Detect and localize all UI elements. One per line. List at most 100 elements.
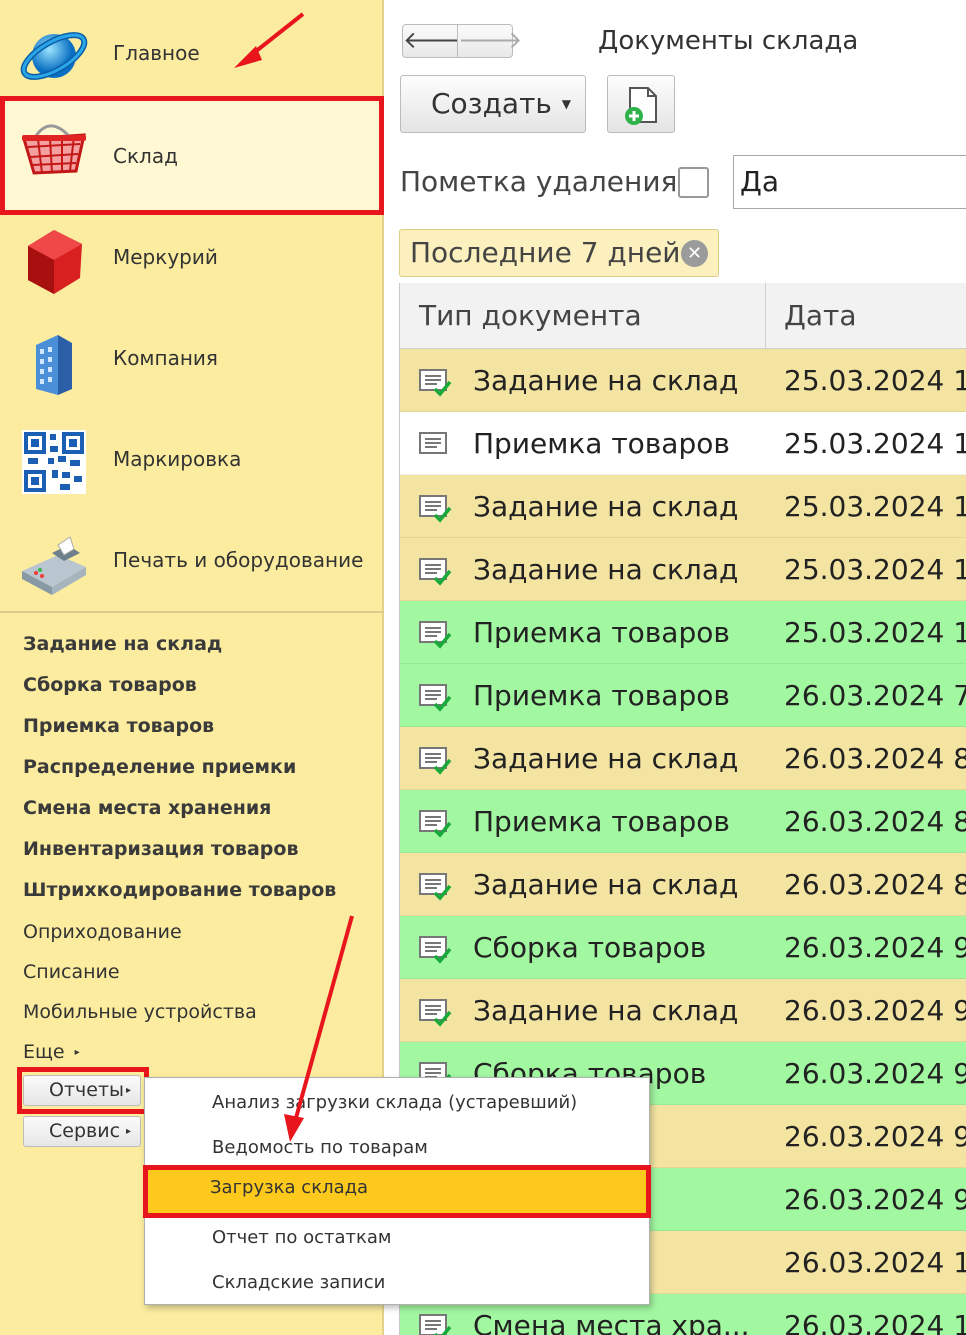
column-header-date[interactable]: Дата [766, 283, 966, 349]
reports-label: Отчеты [49, 1079, 125, 1101]
menu-item-warehouse-records[interactable]: Складские записи [145, 1260, 649, 1305]
document-date: 25.03.2024 13 [784, 490, 966, 523]
deletion-mark-checkbox[interactable] [678, 167, 709, 198]
cmd-receipt-distribution[interactable]: Распределение приемки [23, 756, 296, 778]
cmd-posting[interactable]: Оприходование [23, 921, 182, 943]
document-type: Задание на склад [473, 490, 739, 523]
cmd-write-off[interactable]: Списание [23, 961, 120, 983]
document-type: Задание на склад [473, 742, 739, 775]
cmd-goods-picking[interactable]: Сборка товаров [23, 674, 197, 696]
document-date: 26.03.2024 9: [784, 931, 966, 964]
document-type: Задание на склад [473, 364, 739, 397]
menu-item-goods-statement[interactable]: Ведомость по товарам [145, 1125, 649, 1170]
section-label: Компания [113, 346, 218, 370]
caret-down-icon: ▼ [561, 97, 571, 111]
qr-code-icon [22, 430, 86, 494]
document-date: 25.03.2024 13 [784, 427, 966, 460]
cmd-storage-change[interactable]: Смена места хранения [23, 797, 271, 819]
copy-document-button[interactable] [607, 75, 675, 133]
printer-icon [22, 536, 86, 595]
reports-dropdown-menu: Анализ загрузки склада (устаревший) Ведо… [143, 1077, 651, 1305]
document-date: 26.03.2024 10 [784, 1309, 966, 1335]
period-filter-chip[interactable]: Последние 7 дней ✕ [399, 229, 719, 277]
menu-item-load-analysis[interactable]: Анализ загрузки склада (устаревший) [145, 1080, 649, 1125]
table-row[interactable]: Задание на склад 25.03.2024 17 [400, 538, 966, 601]
table-row[interactable]: Задание на склад 26.03.2024 8: [400, 853, 966, 916]
table-row[interactable]: Приемка товаров 25.03.2024 13 [400, 412, 966, 475]
table-row[interactable]: Сборка товаров 26.03.2024 9: [400, 916, 966, 979]
basket-icon [22, 124, 86, 175]
document-posted-icon [419, 369, 452, 397]
section-main[interactable]: Главное [0, 3, 384, 104]
red-cube-icon [28, 230, 82, 294]
caret-right-icon: ▸ [74, 1047, 80, 1058]
document-posted-icon [419, 873, 452, 901]
document-posted-icon [419, 747, 452, 775]
more-label: Еще [23, 1041, 65, 1063]
document-date: 26.03.2024 9: [784, 1057, 966, 1090]
cmd-barcoding[interactable]: Штрихкодирование товаров [23, 879, 336, 901]
reports-button[interactable]: Отчеты ▸ [23, 1075, 141, 1106]
deletion-mark-label: Пометка удаления: [400, 165, 687, 198]
cmd-mobile-devices[interactable]: Мобильные устройства [23, 1001, 257, 1023]
document-date: 26.03.2024 9: [784, 1120, 966, 1153]
document-posted-icon [419, 621, 452, 649]
document-posted-icon [419, 1314, 452, 1335]
document-type: Приемка товаров [473, 616, 730, 649]
create-button[interactable]: Создать ▼ [400, 75, 586, 133]
section-mercury[interactable]: Меркурий [0, 207, 384, 308]
section-company[interactable]: Компания [0, 308, 384, 409]
cmd-inventory[interactable]: Инвентаризация товаров [23, 838, 298, 860]
caret-right-icon: ▸ [125, 1085, 131, 1096]
section-label: Печать и оборудование [113, 548, 364, 572]
table-row[interactable]: Приемка товаров 26.03.2024 8: [400, 790, 966, 853]
document-posted-icon [419, 684, 452, 712]
section-warehouse[interactable]: Склад [0, 96, 384, 215]
add-document-icon [625, 87, 657, 125]
document-posted-icon [419, 558, 452, 586]
document-posted-icon [419, 999, 452, 1027]
column-header-type[interactable]: Тип документа [400, 283, 766, 349]
menu-item-warehouse-load[interactable]: Загрузка склада [143, 1165, 651, 1218]
filter-label: Последние 7 дней [410, 236, 681, 269]
caret-right-icon: ▸ [125, 1126, 131, 1137]
arrow-right-icon: 🡒 [458, 27, 523, 54]
document-date: 25.03.2024 13 [784, 364, 966, 397]
document-icon [419, 432, 447, 454]
forward-button[interactable]: 🡒 [457, 24, 522, 58]
cmd-goods-receipt[interactable]: Приемка товаров [23, 715, 214, 737]
cmd-warehouse-task[interactable]: Задание на склад [23, 633, 222, 655]
table-row[interactable]: Задание на склад 25.03.2024 13 [400, 475, 966, 538]
document-date: 25.03.2024 17 [784, 553, 966, 586]
section-label: Главное [113, 41, 200, 65]
document-date: 26.03.2024 8: [784, 742, 966, 775]
table-row[interactable]: Приемка товаров 26.03.2024 7: [400, 664, 966, 727]
more-menu[interactable]: Еще ▸ [23, 1041, 80, 1063]
deletion-mark-field[interactable]: Да [733, 155, 966, 209]
building-icon [36, 335, 72, 395]
close-icon[interactable]: ✕ [681, 240, 708, 267]
document-type: Задание на склад [473, 868, 739, 901]
section-label: Меркурий [113, 245, 218, 269]
document-date: 26.03.2024 8: [784, 868, 966, 901]
section-printing[interactable]: Печать и оборудование [0, 510, 384, 611]
section-marking[interactable]: Маркировка [0, 409, 384, 510]
table-row[interactable]: Задание на склад 25.03.2024 13 [400, 349, 966, 412]
section-label: Склад [113, 144, 178, 168]
service-button[interactable]: Сервис ▸ [23, 1116, 141, 1147]
document-type: Сборка товаров [473, 931, 707, 964]
table-row[interactable]: Задание на склад 26.03.2024 8: [400, 727, 966, 790]
document-date: 26.03.2024 9: [784, 1183, 966, 1216]
table-row[interactable]: Задание на склад 26.03.2024 9: [400, 979, 966, 1042]
document-date: 26.03.2024 7: [784, 679, 966, 712]
create-label: Создать [431, 87, 552, 120]
table-row[interactable]: Приемка товаров 25.03.2024 17 [400, 601, 966, 664]
document-date: 26.03.2024 8: [784, 805, 966, 838]
back-button[interactable]: 🡐 [402, 24, 467, 58]
menu-item-stock-report[interactable]: Отчет по остаткам [145, 1215, 649, 1260]
document-type: Приемка товаров [473, 427, 730, 460]
service-label: Сервис [49, 1120, 121, 1142]
document-type: Задание на склад [473, 553, 739, 586]
document-posted-icon [419, 495, 452, 523]
section-label: Маркировка [113, 447, 242, 471]
